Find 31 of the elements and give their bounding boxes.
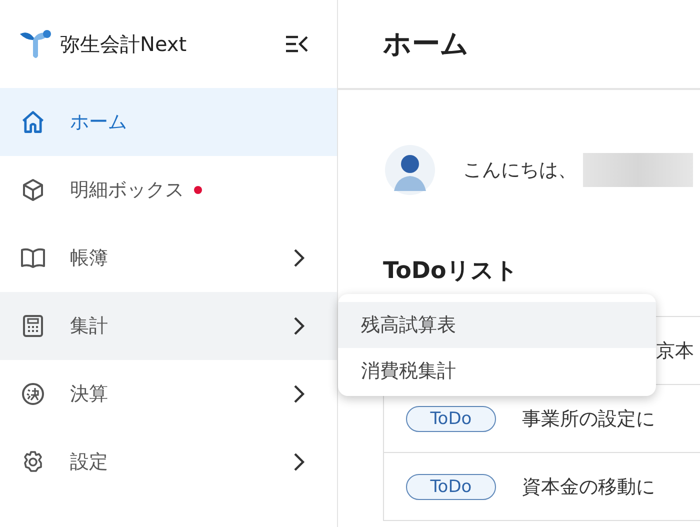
calculator-icon xyxy=(20,314,46,338)
home-icon xyxy=(20,109,46,135)
nav-label: 明細ボックス xyxy=(70,178,184,203)
seal-icon xyxy=(20,382,46,406)
collapse-sidebar-icon[interactable] xyxy=(285,35,309,53)
todo-text: 資本金の移動に xyxy=(522,474,655,500)
todo-item[interactable]: ToDo 資本金の移動に xyxy=(384,453,700,520)
sidebar-item[interactable]: 設定 xyxy=(0,428,337,496)
todo-tag: ToDo xyxy=(406,474,496,500)
greeting-text: こんにちは、 xyxy=(463,158,577,183)
submenu-item[interactable]: 残高試算表 xyxy=(338,302,656,348)
page-title: ホーム xyxy=(383,26,469,62)
nav-label: 決算 xyxy=(70,382,108,407)
sidebar-item[interactable]: 帳簿 xyxy=(0,224,337,292)
nav-label: 帳簿 xyxy=(70,246,108,271)
section-title: ToDoリスト xyxy=(383,257,520,286)
logo-icon xyxy=(18,28,54,60)
nav-label: 集計 xyxy=(70,314,108,339)
book-icon xyxy=(20,247,46,269)
avatar-silhouette xyxy=(385,145,435,195)
nav-label: 設定 xyxy=(70,450,108,475)
sidebar-item[interactable]: 決算 xyxy=(0,360,337,428)
todo-text: 事業所の設定に xyxy=(522,406,655,432)
nav-label: ホーム xyxy=(70,110,127,135)
sidebar-item[interactable]: ホーム xyxy=(0,88,337,156)
cube-icon xyxy=(20,178,46,202)
brand-name: 弥生会計Next xyxy=(60,30,188,58)
todo-text: 京本 xyxy=(656,338,694,364)
sidebar-item[interactable]: 集計 xyxy=(0,292,337,360)
todo-tag: ToDo xyxy=(406,406,496,432)
sidebar-item[interactable]: 明細ボックス xyxy=(0,156,337,224)
